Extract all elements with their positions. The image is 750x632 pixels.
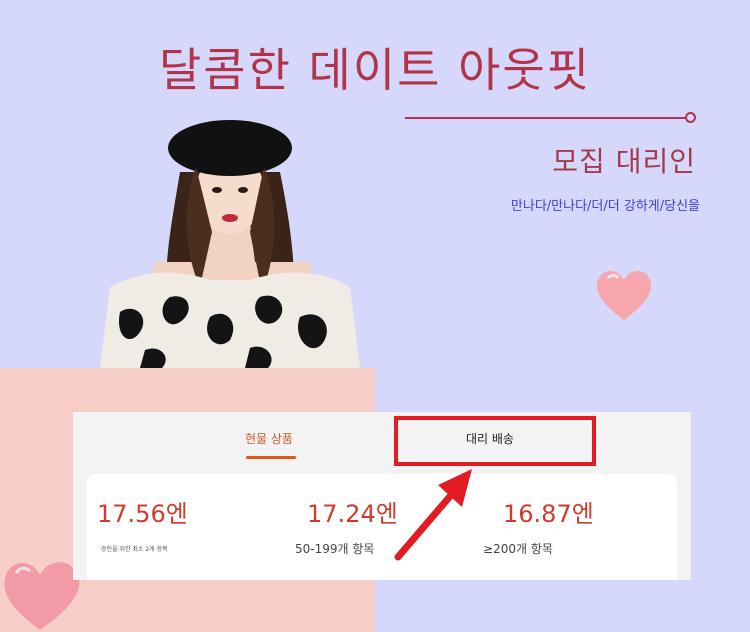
tab-spot-goods[interactable]: 현물 상품	[245, 430, 293, 447]
banner-title: 달콤한 데이트 아웃핏	[158, 43, 592, 97]
tab-spot-goods-underline	[246, 456, 296, 459]
price-tier-3-value: 16.87엔	[503, 500, 594, 528]
pointer-arrow-icon	[394, 469, 472, 561]
price-tier-1-value: 17.56엔	[97, 500, 188, 528]
model-photo	[100, 120, 360, 368]
banner-tagline: 만나다/만나다/더/더 강하게/당신을	[510, 199, 700, 214]
price-tier-3-note: ≥200개 항목	[483, 542, 553, 556]
decorative-line	[405, 117, 688, 119]
heart-icon	[597, 271, 651, 320]
banner-subtitle: 모집 대리인	[552, 145, 696, 178]
price-tier-2-note: 50-199개 항목	[295, 542, 375, 556]
price-tier-1-note: 승인을 위한 최소 2개 항목	[101, 546, 168, 553]
decorative-dot	[685, 112, 696, 123]
